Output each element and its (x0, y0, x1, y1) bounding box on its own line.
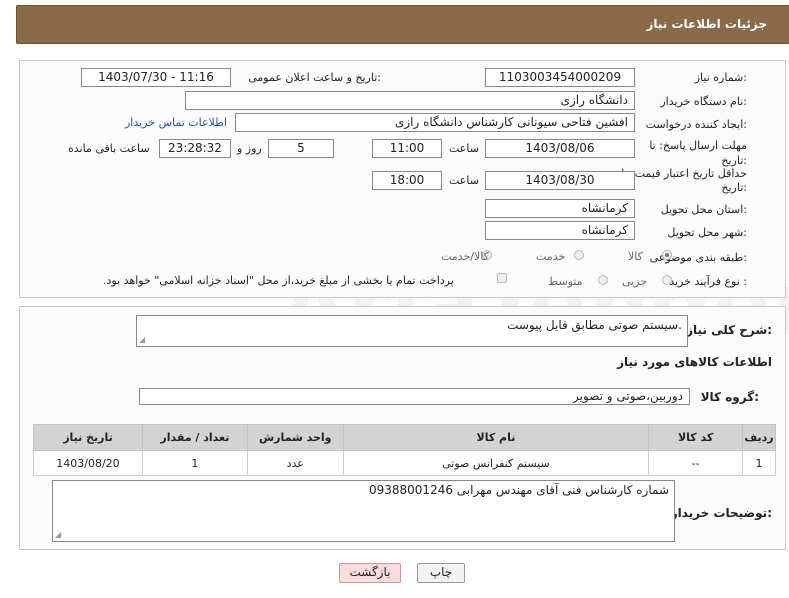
process-radio-medium[interactable] (598, 275, 608, 285)
goods-group-label: گروه کالا: (700, 390, 759, 404)
process-option-medium: متوسط (548, 275, 583, 288)
category-option-both: کالا/خدمت (441, 250, 489, 263)
cell-item-code: -- (648, 450, 744, 476)
creator-field: افشین فتاحی سیونانی کارشناس دانشگاه رازی (235, 113, 635, 132)
col-header-name: نام کالا (342, 424, 650, 451)
category-radio-service[interactable] (574, 250, 584, 260)
process-label: نوع فرآیند خرید : (669, 275, 747, 288)
province-field: کرمانشاه (485, 199, 635, 218)
description-field: سیستم صوتی مطابق فایل پیوست. ◢ (136, 315, 688, 347)
buyer-org-label: نام دستگاه خریدار: (660, 95, 747, 108)
treasury-payment-checkbox[interactable] (497, 273, 507, 283)
validity-label: حداقل تاریخ اعتبار قیمت: تا (621, 167, 747, 180)
items-table: ردیف کد کالا نام کالا واحد شمارش تعداد /… (33, 424, 776, 476)
process-radio-minor[interactable] (662, 275, 672, 285)
announce-datetime-field: 1403/07/30 - 11:16 (81, 68, 231, 87)
cell-row-number: 1 (742, 450, 776, 476)
process-option-minor: جزیی (622, 275, 648, 288)
resize-grip-icon[interactable]: ◢ (55, 531, 61, 539)
city-field: کرمانشاه (485, 221, 635, 240)
validity-label-date: تاریخ: (721, 181, 747, 194)
city-label: شهر محل تحویل: (667, 226, 747, 239)
treasury-payment-note: پرداخت تمام یا بخشی از مبلغ خرید،از محل … (103, 274, 454, 287)
deadline-date-field: 1403/08/06 (485, 139, 635, 158)
goods-info-title: اطلاعات کالاهای مورد نیاز (617, 355, 772, 369)
col-header-date: تاریخ نیاز (33, 424, 143, 451)
need-number-label: شماره نیاز: (694, 71, 747, 84)
deadline-time-label: ساعت (449, 142, 479, 155)
items-table-header: ردیف کد کالا نام کالا واحد شمارش تعداد /… (33, 424, 776, 451)
col-header-row: ردیف (742, 424, 776, 451)
table-row[interactable]: 1 -- سیستم کنفرانس صوتی عدد 1 1403/08/20 (33, 450, 776, 476)
page-header: جزئیات اطلاعات نیاز (16, 5, 789, 44)
category-option-goods: کالا (628, 250, 643, 263)
buyer-notes-field: شماره کارشناس فنی آقای مهندس مهرابی 0938… (52, 480, 675, 542)
col-header-code: کد کالا (648, 424, 744, 451)
days-count-field: 5 (268, 139, 334, 158)
resize-grip-icon[interactable]: ◢ (139, 336, 145, 344)
cell-unit: عدد (246, 450, 344, 476)
remaining-label: ساعت باقی مانده (68, 142, 150, 155)
announce-label: تاریخ و ساعت اعلان عمومی: (248, 71, 381, 84)
deadline-label: مهلت ارسال پاسخ: تا (649, 139, 747, 152)
days-label: روز و (237, 142, 262, 155)
cell-quantity: 1 (141, 450, 248, 476)
buyer-notes-label: توضیحات خریدار: (670, 506, 772, 520)
category-radio-goods[interactable] (662, 250, 672, 260)
province-label: استان محل تحویل: (660, 203, 747, 216)
need-number-field: 1103003454000209 (485, 68, 635, 87)
deadline-label-date: تاریخ: (721, 154, 747, 167)
print-button[interactable]: چاپ (417, 563, 465, 583)
validity-time-label: ساعت (449, 174, 479, 187)
remaining-time-field: 23:28:32 (159, 139, 231, 158)
cell-item-name: سیستم کنفرانس صوتی (342, 450, 650, 476)
page-title: جزئیات اطلاعات نیاز (646, 17, 767, 31)
goods-group-field: دوربین،صوتی و تصویر (139, 388, 690, 405)
back-button[interactable]: بازگشت (339, 563, 401, 583)
description-label: شرح کلی نیاز: (686, 323, 772, 337)
buyer-notes-text: شماره کارشناس فنی آقای مهندس مهرابی 0938… (368, 483, 669, 497)
buyer-org-field: دانشگاه رازی (185, 91, 635, 110)
col-header-unit: واحد شمارش (246, 424, 344, 451)
creator-label: ایجاد کننده درخواست: (645, 118, 747, 131)
buyer-contact-link[interactable]: اطلاعات تماس خریدار (125, 116, 227, 129)
category-option-service: خدمت (536, 250, 566, 263)
cell-need-date: 1403/08/20 (33, 450, 143, 476)
deadline-time-field: 11:00 (372, 139, 442, 158)
validity-time-field: 18:00 (372, 171, 442, 190)
validity-date-field: 1403/08/30 (485, 171, 635, 190)
description-text: سیستم صوتی مطابق فایل پیوست. (507, 318, 682, 332)
col-header-qty: تعداد / مقدار (141, 424, 248, 451)
